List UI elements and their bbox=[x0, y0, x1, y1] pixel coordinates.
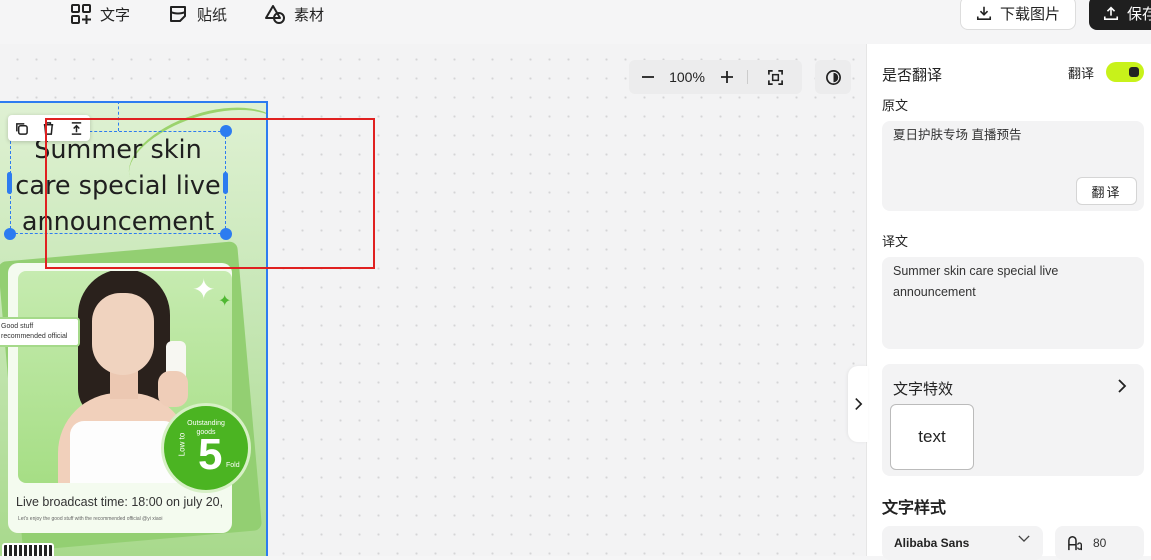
font-size-input[interactable]: 80 bbox=[1055, 526, 1144, 560]
qr-code[interactable] bbox=[2, 543, 54, 556]
chevron-right-icon bbox=[854, 398, 862, 410]
shapes-icon bbox=[265, 5, 285, 24]
download-icon bbox=[976, 6, 992, 21]
resize-handle-left[interactable] bbox=[7, 172, 12, 194]
sticker-line1: Good stuff bbox=[1, 323, 34, 330]
translate-toggle-label: 是否翻译 bbox=[882, 67, 943, 84]
toggle-text: 翻译 bbox=[1068, 66, 1095, 81]
translation-text: Summer skin care special live announceme… bbox=[893, 264, 1059, 299]
download-label: 下载图片 bbox=[999, 5, 1060, 23]
chevron-down-icon bbox=[1018, 535, 1030, 543]
fit-screen-button[interactable] bbox=[748, 69, 802, 86]
tiny-caption[interactable]: Let's enjoy the good stuff with the reco… bbox=[18, 516, 163, 522]
sticker-tool-button[interactable]: 贴纸 bbox=[167, 0, 227, 28]
font-name: Alibaba Sans bbox=[894, 536, 970, 550]
toggle-knob bbox=[1129, 67, 1139, 77]
text-tool-label: 文字 bbox=[100, 6, 131, 24]
sparkle-icon: ✦ bbox=[192, 274, 216, 305]
font-family-select[interactable]: Alibaba Sans bbox=[882, 526, 1043, 560]
recommend-sticker[interactable]: Good stuff recommended official bbox=[0, 317, 80, 347]
zoom-controls: 100% bbox=[629, 60, 802, 94]
effects-more-button[interactable] bbox=[1117, 378, 1127, 399]
badge-number: 5 bbox=[198, 430, 223, 479]
contrast-icon bbox=[825, 69, 841, 85]
translation-text-field[interactable]: Summer skin care special live announceme… bbox=[882, 257, 1144, 349]
sticker-icon bbox=[170, 6, 186, 22]
translation-label: 译文 bbox=[882, 234, 909, 249]
download-image-button[interactable]: 下载图片 bbox=[960, 0, 1076, 30]
collapse-panel-button[interactable] bbox=[848, 366, 868, 442]
font-size-value: 80 bbox=[1093, 536, 1107, 550]
live-time-text[interactable]: Live broadcast time: 18:00 on july 20, bbox=[16, 495, 223, 509]
discount-badge[interactable]: Outstanding goods Low to 5 Fold bbox=[161, 403, 251, 493]
copy-icon[interactable] bbox=[14, 121, 29, 136]
top-toolbar: 文字 贴纸 素材 下载图片 保存 bbox=[0, 0, 1151, 44]
badge-side-text: Low to bbox=[177, 432, 187, 457]
material-tool-button[interactable]: 素材 bbox=[264, 0, 324, 28]
annotation-box-canvas bbox=[45, 118, 375, 269]
text-style-label: 文字样式 bbox=[882, 500, 947, 517]
zoom-out-button[interactable] bbox=[629, 69, 667, 85]
text-tool-icon bbox=[71, 4, 91, 24]
translate-toggle-switch[interactable] bbox=[1106, 62, 1144, 82]
badge-unit: Fold bbox=[226, 462, 240, 469]
save-button[interactable]: 保存 bbox=[1089, 0, 1151, 30]
chevron-right-icon bbox=[1118, 379, 1127, 393]
sticker-tool-label: 贴纸 bbox=[197, 6, 228, 24]
source-label: 原文 bbox=[882, 98, 909, 113]
text-tool-button[interactable]: 文字 bbox=[70, 0, 130, 28]
source-text: 夏日护肤专场 直播预告 bbox=[893, 128, 1022, 142]
text-effect-option[interactable]: text bbox=[890, 404, 974, 470]
zoom-in-button[interactable] bbox=[707, 69, 747, 85]
font-size-icon bbox=[1068, 536, 1082, 551]
resize-handle-bottom-left[interactable] bbox=[4, 228, 16, 240]
contrast-toggle-button[interactable] bbox=[815, 60, 851, 94]
fit-screen-icon bbox=[767, 69, 783, 85]
translate-button[interactable]: 翻译 bbox=[1076, 177, 1137, 205]
upload-icon bbox=[1103, 6, 1119, 21]
sticker-line2: recommended official bbox=[1, 333, 68, 340]
plus-icon bbox=[721, 71, 733, 83]
sparkle-small-icon: ✦ bbox=[218, 293, 232, 310]
save-label: 保存 bbox=[1127, 5, 1151, 23]
effects-label: 文字特效 bbox=[893, 381, 954, 398]
material-tool-label: 素材 bbox=[294, 6, 325, 24]
zoom-level[interactable]: 100% bbox=[667, 69, 707, 85]
minus-icon bbox=[642, 76, 654, 78]
